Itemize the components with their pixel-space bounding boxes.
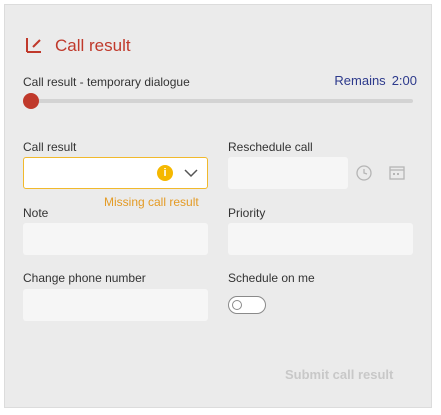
call-result-select[interactable]: i — [23, 157, 208, 189]
schedule-on-me-label: Schedule on me — [228, 271, 315, 285]
schedule-on-me-toggle[interactable] — [228, 296, 266, 314]
note-input[interactable] — [23, 223, 208, 255]
timer-label: Call result - temporary dialogue — [23, 75, 190, 89]
timer-progress-slider[interactable] — [23, 93, 413, 109]
remaining-label: Remains — [334, 73, 386, 88]
dialog-header: Call result — [23, 35, 131, 57]
toggle-knob — [232, 300, 242, 310]
call-result-label: Call result — [23, 140, 77, 154]
priority-label: Priority — [228, 206, 266, 220]
change-phone-label: Change phone number — [23, 271, 146, 285]
call-result-panel: Call result Call result - temporary dial… — [4, 4, 432, 408]
clock-icon[interactable] — [355, 164, 373, 182]
change-phone-input[interactable] — [23, 289, 208, 321]
priority-input[interactable] — [228, 223, 413, 255]
calendar-icon[interactable] — [388, 164, 406, 182]
call-result-error: Missing call result — [104, 195, 199, 209]
chevron-down-icon[interactable] — [184, 167, 198, 179]
info-warning-icon: i — [157, 165, 173, 181]
slider-track — [23, 99, 413, 103]
reschedule-call-input[interactable] — [228, 157, 348, 189]
page-title: Call result — [55, 36, 131, 55]
remaining-value: 2:00 — [391, 73, 417, 88]
slider-thumb[interactable] — [23, 93, 39, 109]
reschedule-call-label: Reschedule call — [228, 140, 313, 154]
submit-call-result-button[interactable]: Submit call result — [285, 367, 393, 382]
note-label: Note — [23, 206, 49, 220]
call-result-icon — [26, 38, 41, 53]
timer-remaining: Remains 2:00 — [334, 73, 417, 88]
